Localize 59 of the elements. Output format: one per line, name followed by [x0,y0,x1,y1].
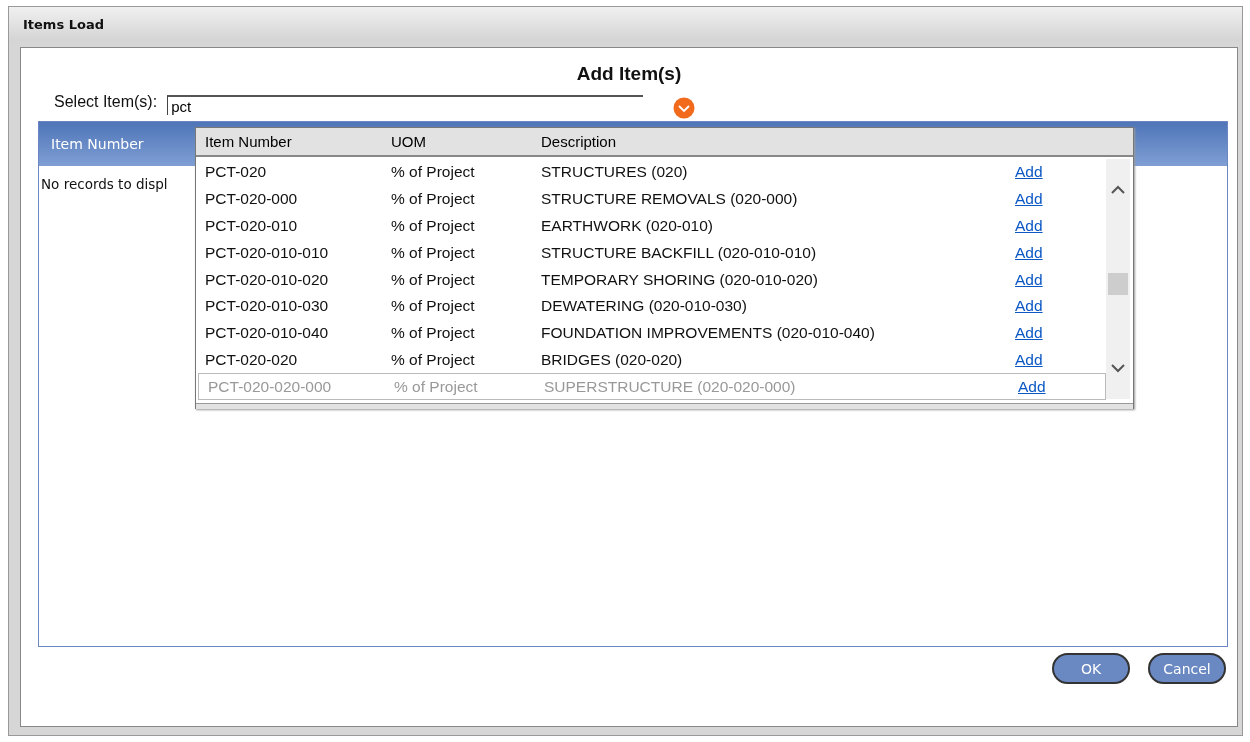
item-number: PCT-020-010-010 [204,243,330,262]
add-link[interactable]: Add [1015,190,1043,208]
dialog-heading: Add Item(s) [576,63,682,85]
window-title: Items Load [23,16,104,32]
item-number: PCT-020-020 [204,350,299,369]
item-number: PCT-020-020-000 [207,377,333,396]
item-number: PCT-020 [204,163,268,182]
item-number: PCT-020-010 [204,217,299,235]
description-text: STRUCTURE REMOVALS (020-000) [541,190,799,209]
list-row[interactable]: PCT-020-000 % of Project STRUCTURE REMOVALS (020-000) Add [196,185,1106,213]
add-link[interactable]: Add [1015,217,1043,234]
list-row[interactable]: PCT-020-010-010 % of Project STRUCTURE BACKFILL (020-010-010) Add [196,239,1106,267]
uom-text: % of Project [391,163,476,182]
scroll-thumb[interactable] [1108,273,1128,295]
scrollbar[interactable] [1106,159,1130,399]
uom-text: % of Project [391,324,476,343]
add-link[interactable]: Add [1015,163,1043,181]
add-link[interactable]: Add [1015,243,1043,261]
column-header: UOM [391,133,427,150]
uom-text: % of Project [391,297,476,316]
uom-text: % of Project [394,377,479,396]
dropdown-button-icon[interactable] [673,97,696,119]
description-text: SUPERSTRUCTURE (020-020-000) [544,377,797,396]
dialog-button[interactable]: OK [1052,653,1130,684]
list-row[interactable]: PCT-020-010-020 % of Project TEMPORARY SHORING (020-010-020) Add [196,266,1106,293]
description-text: STRUCTURES (020) [541,163,689,182]
item-number: PCT-020-010-020 [204,270,330,289]
uom-text: % of Project [391,243,476,262]
description-text: BRIDGES (020-020) [541,350,684,369]
column-header: Description [541,133,618,150]
add-link[interactable]: Add [1015,297,1043,315]
item-number: PCT-020-010-030 [204,297,330,316]
add-link[interactable]: Add [1015,270,1043,288]
list-row[interactable]: PCT-020-010 % of Project EARTHWORK (020-010) Add [196,212,1106,240]
uom-text: % of Project [391,270,476,289]
search-field[interactable]: pct [167,95,644,115]
empty-message: No records to displ [41,176,168,192]
column-header: Item Number [204,133,293,150]
list-row[interactable]: PCT-020-020 % of Project BRIDGES (020-020) Add [196,346,1106,374]
description-text: FOUNDATION IMPROVEMENTS (020-010-040) [541,324,876,343]
description-text: TEMPORARY SHORING (020-010-020) [541,270,819,289]
uom-text: % of Project [391,190,476,209]
description-text: DEWATERING (020-010-030) [541,297,748,316]
uom-text: % of Project [391,217,476,235]
column-header: Item Number [51,136,144,152]
list-row[interactable]: PCT-020 % of Project STRUCTURES (020) Add [196,159,1106,186]
item-number: PCT-020-000 [204,190,299,209]
list-row[interactable]: PCT-020-010-040 % of Project FOUNDATION IMPROVEMENTS (020-010-040) Add [196,319,1106,347]
uom-text: % of Project [391,350,476,369]
scroll-down-icon[interactable] [1111,363,1125,373]
add-link[interactable]: Add [1015,324,1043,342]
add-link[interactable]: Add [1015,350,1043,368]
scroll-up-icon[interactable] [1111,185,1125,195]
dialog-button[interactable]: Cancel [1148,653,1226,684]
description-text: STRUCTURE BACKFILL (020-010-010) [541,243,818,262]
description-text: EARTHWORK (020-010) [541,217,714,235]
item-number: PCT-020-010-040 [204,324,330,343]
list-row[interactable]: PCT-020-010-030 % of Project DEWATERING (020-010-030) Add [196,293,1106,320]
field-label: Select Item(s): [54,93,158,111]
